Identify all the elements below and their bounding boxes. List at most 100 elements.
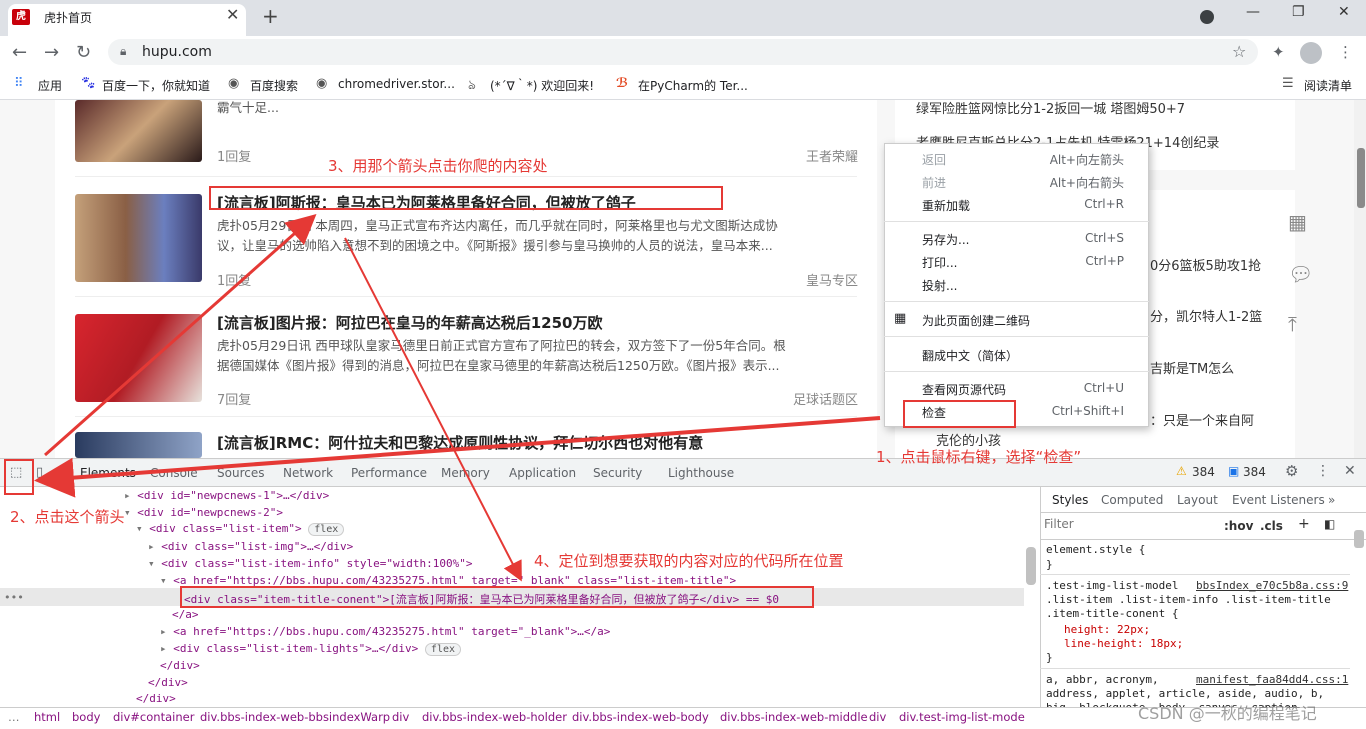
- device-toolbar-icon[interactable]: ▯: [36, 465, 43, 480]
- menu-item-cast[interactable]: 投射...: [922, 277, 957, 294]
- dom-node[interactable]: ▾ <div class="list-item-info" style="wid…: [148, 557, 473, 570]
- dom-node[interactable]: ▾ <div class="list-item"> flex: [136, 522, 345, 536]
- menu-item-print[interactable]: 打印...: [922, 254, 957, 271]
- breadcrumb-item[interactable]: div.bbs-index-web-middle: [720, 710, 868, 724]
- bookmark-welcome[interactable]: (*´∇｀*) 欢迎回来!: [490, 77, 594, 94]
- css-selector[interactable]: .list-item .list-item-info .list-item-ti…: [1046, 593, 1331, 606]
- extensions-icon[interactable]: ✦: [1272, 43, 1285, 61]
- css-selector[interactable]: address, applet, article, aside, audio, …: [1046, 687, 1324, 700]
- tab-security[interactable]: Security: [593, 466, 642, 480]
- new-tab-icon[interactable]: +: [262, 4, 279, 28]
- bookmark-apps[interactable]: 应用: [38, 77, 62, 94]
- right-news-item[interactable]: 分，凯尔特人1-2篮: [1150, 306, 1262, 325]
- menu-item-forward[interactable]: 前进: [922, 174, 946, 191]
- css-source-link[interactable]: manifest_faa84dd4.css:1: [1196, 673, 1348, 686]
- menu-item-translate[interactable]: 翻成中文（简体）: [922, 347, 1018, 364]
- back-icon[interactable]: ←: [12, 42, 27, 63]
- lock-icon[interactable]: 🔒︎: [120, 44, 126, 59]
- flex-badge[interactable]: flex: [424, 643, 462, 656]
- bookmark-chromedriver[interactable]: chromedriver.stor...: [338, 77, 455, 91]
- qrcode-icon[interactable]: ▦: [1288, 210, 1307, 234]
- css-declaration[interactable]: height: 22px;: [1064, 623, 1150, 636]
- add-rule-icon[interactable]: +: [1298, 516, 1310, 532]
- breadcrumb-item[interactable]: body: [72, 710, 100, 724]
- kebab-menu-icon[interactable]: ⋮: [1338, 43, 1353, 61]
- reply-count[interactable]: 7回复: [217, 389, 251, 408]
- article-tag[interactable]: 王者荣耀: [738, 146, 858, 165]
- warning-icon[interactable]: ⚠: [1176, 464, 1187, 478]
- tab-lighthouse[interactable]: Lighthouse: [668, 466, 734, 480]
- menu-item-qrcode[interactable]: 为此页面创建二维码: [922, 312, 1030, 329]
- breadcrumb-item[interactable]: div.test-img-list-mode: [899, 710, 1025, 724]
- tab-network[interactable]: Network: [283, 466, 333, 480]
- reload-icon[interactable]: ↻: [76, 42, 91, 63]
- comment-icon[interactable]: 💬︎: [1288, 262, 1313, 286]
- devtools-close-icon[interactable]: ✕: [1344, 463, 1356, 479]
- bookmark-baidu[interactable]: 百度一下，你就知道: [102, 77, 210, 94]
- close-tab-icon[interactable]: ✕: [226, 5, 239, 24]
- dom-node[interactable]: ▾ <div id="newpcnews-2">: [124, 506, 283, 519]
- warning-count[interactable]: 384: [1192, 465, 1215, 479]
- menu-item-back[interactable]: 返回: [922, 151, 946, 168]
- breadcrumb-item[interactable]: div: [869, 710, 886, 724]
- css-selector[interactable]: .item-title-conent {: [1046, 607, 1178, 620]
- css-selector[interactable]: element.style {: [1046, 543, 1145, 556]
- maximize-icon[interactable]: ❐: [1292, 4, 1305, 20]
- css-source-link[interactable]: bbsIndex_e70c5b8a.css:9: [1196, 579, 1348, 592]
- css-declaration[interactable]: line-height: 18px;: [1064, 637, 1183, 650]
- breadcrumb-item[interactable]: div.bbs-index-web-holder: [422, 710, 567, 724]
- profile-dropdown-icon[interactable]: [1200, 10, 1214, 24]
- hov-toggle[interactable]: :hov: [1224, 519, 1253, 533]
- tab-event-listeners[interactable]: Event Listeners: [1232, 493, 1325, 507]
- article-thumbnail[interactable]: [75, 314, 202, 402]
- article-thumbnail[interactable]: [75, 100, 202, 162]
- dom-node[interactable]: </a>: [172, 608, 199, 621]
- settings-gear-icon[interactable]: ⚙: [1285, 462, 1298, 480]
- address-bar[interactable]: [108, 39, 1258, 65]
- tab-layout[interactable]: Layout: [1177, 493, 1218, 507]
- styles-scrollbar[interactable]: [1354, 530, 1364, 548]
- page-scrollbar-thumb[interactable]: [1357, 148, 1365, 208]
- window-close-icon[interactable]: ✕: [1338, 4, 1350, 20]
- menu-item-save-as[interactable]: 另存为...: [922, 231, 969, 248]
- url-text[interactable]: hupu.com: [142, 44, 212, 60]
- breadcrumb-item[interactable]: div: [392, 710, 409, 724]
- dom-node[interactable]: ▸ <div class="list-img">…</div>: [148, 540, 353, 553]
- styles-filter-input[interactable]: Filter: [1044, 517, 1212, 535]
- dom-node[interactable]: ▸ <div id="newpcnews-1">…</div>: [124, 489, 329, 502]
- menu-item-reload[interactable]: 重新加载: [922, 197, 970, 214]
- article-title[interactable]: [流言板]RMC：阿什拉夫和巴黎达成原则性协议，拜仁切尔西也对他有意: [217, 432, 703, 453]
- reply-count[interactable]: 1回复: [217, 270, 251, 289]
- dom-node[interactable]: </div>: [136, 692, 176, 705]
- menu-item-view-source[interactable]: 查看网页源代码: [922, 381, 1006, 398]
- tab-application[interactable]: Application: [509, 466, 576, 480]
- cls-toggle[interactable]: .cls: [1260, 519, 1283, 533]
- right-news-item[interactable]: 绿军险胜篮网惊比分1-2扳回一城 塔图姆50+7: [916, 98, 1185, 117]
- dom-node[interactable]: </div>: [160, 659, 200, 672]
- minimize-icon[interactable]: —: [1246, 4, 1260, 20]
- more-tabs-icon[interactable]: »: [1328, 493, 1335, 507]
- article-tag[interactable]: 皇马专区: [738, 270, 858, 289]
- tab-memory[interactable]: Memory: [441, 466, 490, 480]
- bookmark-baidu-search[interactable]: 百度搜索: [250, 77, 298, 94]
- article-tag[interactable]: 足球话题区: [738, 389, 858, 408]
- tab-performance[interactable]: Performance: [351, 466, 427, 480]
- breadcrumb-item[interactable]: div.bbs-index-web-body: [572, 710, 709, 724]
- dom-node[interactable]: </div>: [148, 676, 188, 689]
- toggle-sidebar-icon[interactable]: ◧: [1324, 517, 1335, 531]
- right-news-item[interactable]: 吉斯是TM怎么: [1150, 358, 1234, 377]
- message-count[interactable]: 384: [1243, 465, 1266, 479]
- forward-icon[interactable]: →: [44, 42, 59, 63]
- article-title[interactable]: [流言板]图片报：阿拉巴在皇马的年薪高达税后1250万欧: [217, 312, 602, 333]
- dom-node[interactable]: ▸ <a href="https://bbs.hupu.com/43235275…: [160, 625, 610, 638]
- breadcrumb-item[interactable]: div.bbs-index-web-bbsindexWarp: [200, 710, 390, 724]
- more-icon[interactable]: •••: [4, 591, 24, 604]
- right-news-item[interactable]: ：只是一个来自阿: [1150, 410, 1254, 429]
- breadcrumb-more[interactable]: …: [8, 710, 20, 724]
- devtools-menu-icon[interactable]: ⋮: [1316, 463, 1330, 479]
- breadcrumb-item[interactable]: div#container: [113, 710, 194, 724]
- css-selector[interactable]: .test-img-list-model: [1046, 579, 1178, 592]
- breadcrumb-item[interactable]: html: [34, 710, 60, 724]
- reading-list[interactable]: 阅读清单: [1304, 77, 1352, 94]
- css-selector[interactable]: a, abbr, acronym,: [1046, 673, 1159, 686]
